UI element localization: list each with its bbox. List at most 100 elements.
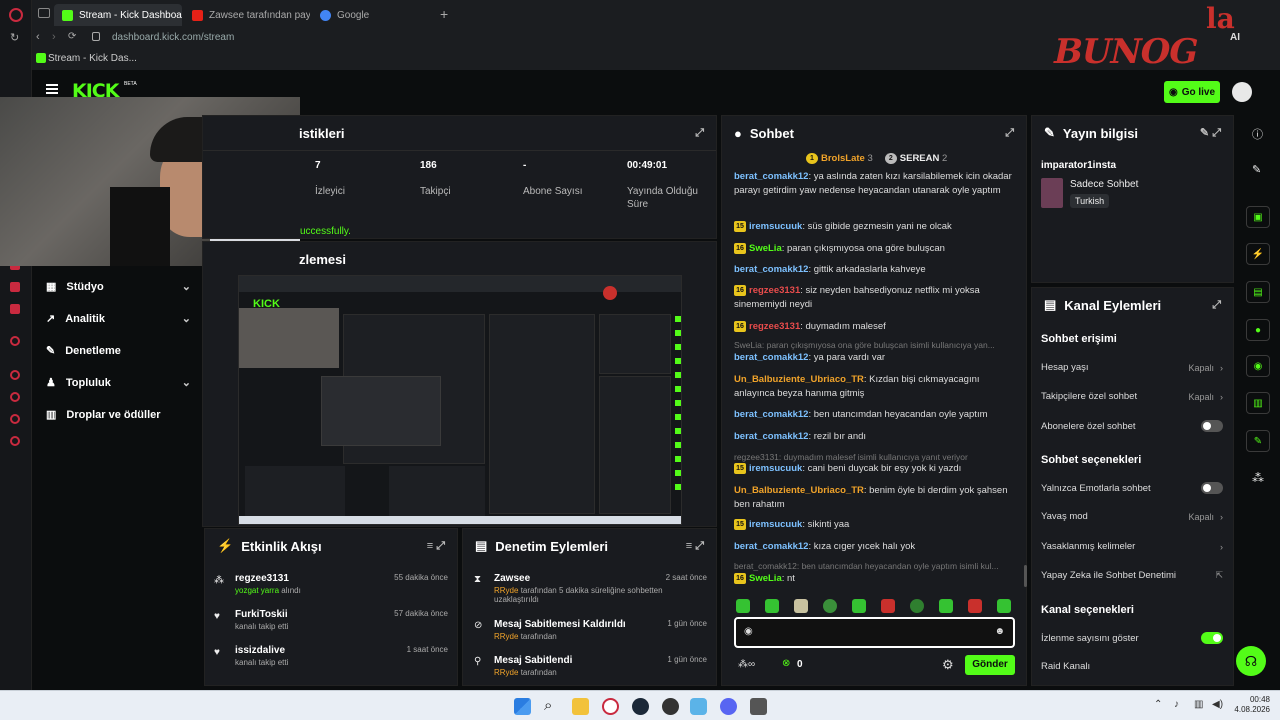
lightning-icon[interactable]: ⚡ [1246, 243, 1270, 265]
community-icon[interactable]: ⁂ [1252, 471, 1264, 485]
chat-username[interactable]: iremsucuuk [749, 221, 802, 232]
discord-icon[interactable] [720, 698, 737, 715]
reply-preview[interactable]: berat_comakk12: ben utancımdan heyacanda… [734, 561, 999, 571]
menu-icon[interactable] [46, 84, 58, 86]
microphone-icon[interactable]: ♪ [1174, 699, 1179, 710]
chat-username[interactable]: SweLia [749, 243, 782, 254]
chat-bubble-icon[interactable]: ● [1246, 319, 1270, 341]
moderator-name[interactable]: RRyde [494, 632, 518, 641]
chat-username[interactable]: Un_Balbuziente_Ubriaco_TR [734, 374, 864, 385]
chat-username[interactable]: SweLia [749, 573, 782, 584]
windows-start-icon[interactable] [514, 698, 531, 715]
sidebar-item-analytics[interactable]: ↗ Analitik ⌄ [46, 312, 191, 326]
popout-icon[interactable]: ⤢ [695, 127, 704, 140]
chat-username[interactable]: berat_comakk12 [734, 409, 808, 420]
sidebar-app-icon[interactable] [10, 336, 20, 346]
emote-only-toggle[interactable] [1201, 482, 1223, 494]
chat-username[interactable]: berat_comakk12 [734, 431, 808, 442]
gear-icon[interactable]: ⚙ [942, 657, 954, 673]
reply-preview[interactable]: SweLia: paran çıkışmıyosa ona göre buluş… [734, 340, 995, 350]
reply-preview[interactable]: regzee3131: duymadım malesef isimli kull… [734, 452, 968, 462]
option-slow-mode[interactable]: Yavaş mod Kapalı › [1041, 511, 1223, 522]
emote-icon[interactable] [968, 599, 982, 613]
sidebar-item-moderation[interactable]: ✎ Denetleme [46, 344, 191, 358]
subscribers-only-toggle[interactable] [1201, 420, 1223, 432]
broadcast-icon[interactable]: ◉ [1246, 355, 1270, 377]
edit-icon[interactable]: ✎ [1252, 163, 1261, 176]
send-button[interactable]: Gönder [965, 655, 1015, 675]
chat-username[interactable]: regzee3131 [749, 285, 800, 296]
back-icon[interactable]: ‹ [36, 31, 40, 43]
new-tab-icon[interactable]: + [440, 6, 448, 22]
moderator-name[interactable]: RRyde [494, 668, 518, 677]
leader-item[interactable]: 1 BrolsLate 3 [806, 153, 873, 164]
moderator-name[interactable]: RRyde [494, 586, 518, 595]
opera-icon[interactable] [602, 698, 619, 715]
volume-icon[interactable]: ◀) [1212, 699, 1223, 710]
emote-icon[interactable] [736, 599, 750, 613]
sidebar-item-drops[interactable]: ▥ Droplar ve ödüller [46, 408, 191, 422]
chat-input[interactable]: ◉ ☻ [734, 617, 1015, 648]
tab-overview-icon[interactable] [38, 8, 50, 18]
option-raid-channel[interactable]: Raid Kanalı [1041, 661, 1223, 672]
filter-icon[interactable]: ≡ ⤢ [427, 540, 445, 553]
sidebar-app-icon[interactable] [10, 282, 20, 292]
app-icon[interactable] [750, 698, 767, 715]
chat-username[interactable]: berat_comakk12 [734, 541, 808, 552]
network-icon[interactable]: ▥ [1194, 699, 1203, 710]
obs-icon[interactable] [662, 698, 679, 715]
sidebar-item-studio[interactable]: ▦ Stüdyo ⌄ [46, 280, 191, 294]
chat-username[interactable]: berat_comakk12 [734, 171, 808, 182]
reload-icon[interactable]: ⟳ [68, 31, 76, 42]
viewer-count-toggle[interactable] [1201, 632, 1223, 644]
emote-icon[interactable] [852, 599, 866, 613]
forward-icon[interactable]: › [52, 31, 56, 43]
wrench-icon[interactable]: ✎ [1246, 430, 1270, 452]
stream-preview-video[interactable]: KICK [238, 275, 682, 525]
list-icon[interactable]: ▥ [1246, 392, 1270, 414]
avatar[interactable] [1232, 82, 1252, 102]
filter-icon[interactable]: ≡ ⤢ [686, 540, 704, 553]
edit-icon[interactable]: ✎ ⤢ [1200, 126, 1221, 140]
sidebar-app-icon[interactable] [10, 414, 20, 424]
clipboard-icon[interactable]: ▤ [1246, 281, 1270, 303]
sidebar-app-icon[interactable] [10, 392, 20, 402]
clock[interactable]: 00:48 4.08.2026 [1232, 695, 1270, 715]
tab-google[interactable]: Google [312, 4, 432, 26]
info-icon[interactable]: ⓘ [1252, 126, 1263, 142]
go-live-button[interactable]: ◉ Go live [1164, 81, 1220, 103]
emote-icon[interactable] [997, 599, 1011, 613]
emote-icon[interactable] [910, 599, 924, 613]
chat-username[interactable]: berat_comakk12 [734, 352, 808, 363]
tab-youtube[interactable]: Zawsee tarafından paylaşı [184, 4, 310, 26]
sidebar-item-community[interactable]: ♟ Topluluk ⌄ [46, 376, 191, 390]
popout-icon[interactable]: ⤢ [1005, 127, 1014, 140]
emote-icon[interactable] [823, 599, 837, 613]
emoji-icon[interactable]: ☻ [994, 626, 1005, 637]
bookmark-kick[interactable]: Stream - Kick Das... [48, 53, 137, 64]
chat-username[interactable]: berat_comakk12 [734, 264, 808, 275]
emote-icon[interactable] [765, 599, 779, 613]
opera-logo-icon[interactable] [9, 8, 23, 22]
app-icon[interactable] [690, 698, 707, 715]
url-field[interactable]: dashboard.kick.com/stream [112, 32, 234, 43]
chat-username[interactable]: iremsucuuk [749, 519, 802, 530]
tab-kick-dashboard[interactable]: Stream - Kick Dashboard [54, 4, 182, 26]
settings-icon[interactable] [10, 436, 20, 446]
tray-chevron-icon[interactable]: ⌃ [1154, 699, 1162, 710]
chat-username[interactable]: iremsucuuk [749, 463, 802, 474]
option-ai-moderation[interactable]: Yapay Zeka ile Sohbet Denetimi ⇱ [1041, 570, 1223, 581]
stream-category[interactable]: Sadece Sohbet [1070, 179, 1138, 190]
file-explorer-icon[interactable] [572, 698, 589, 715]
emote-icon[interactable] [881, 599, 895, 613]
sidebar-app-icon[interactable] [10, 370, 20, 380]
emote-icon[interactable] [794, 599, 808, 613]
chat-username[interactable]: Un_Balbuziente_Ubriaco_TR [734, 485, 864, 496]
sidebar-app-icon[interactable] [10, 304, 20, 314]
chat-users-icon[interactable]: ⁂∞ [738, 659, 755, 670]
chat-scrollbar[interactable] [1024, 565, 1027, 587]
option-followers-only[interactable]: Takipçilere özel sohbet Kapalı › [1041, 391, 1223, 402]
chat-username[interactable]: regzee3131 [749, 321, 800, 332]
emote-icon[interactable] [939, 599, 953, 613]
leader-item[interactable]: 2 SEREAN 2 [884, 153, 947, 164]
